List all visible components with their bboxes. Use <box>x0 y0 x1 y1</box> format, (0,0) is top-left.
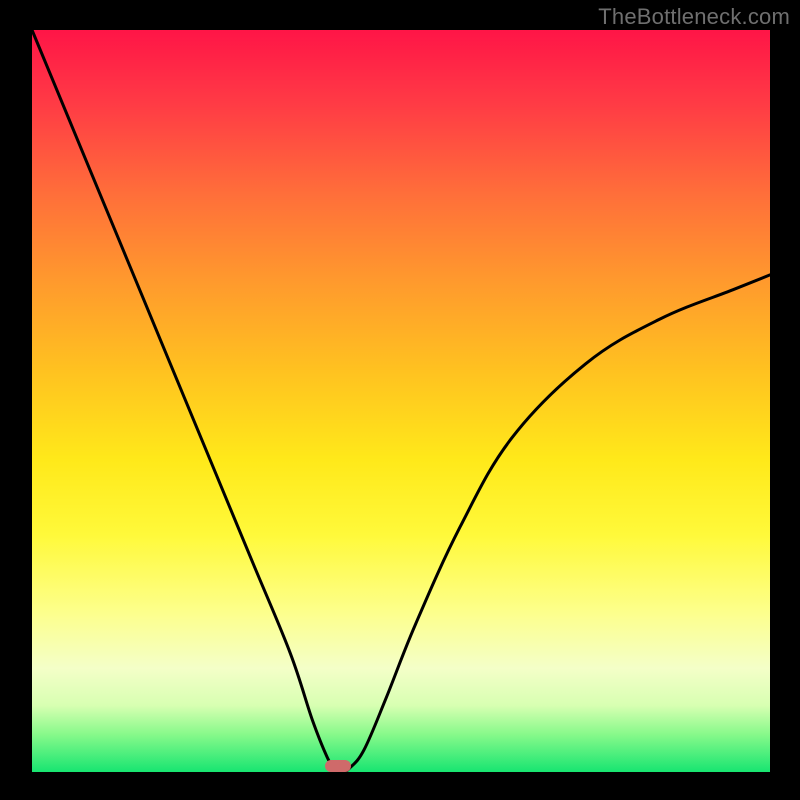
chart-root: TheBottleneck.com <box>0 0 800 800</box>
watermark-text: TheBottleneck.com <box>598 4 790 30</box>
bottleneck-curve <box>32 30 770 772</box>
chart-curve-layer <box>0 0 800 800</box>
optimal-marker <box>325 760 351 772</box>
